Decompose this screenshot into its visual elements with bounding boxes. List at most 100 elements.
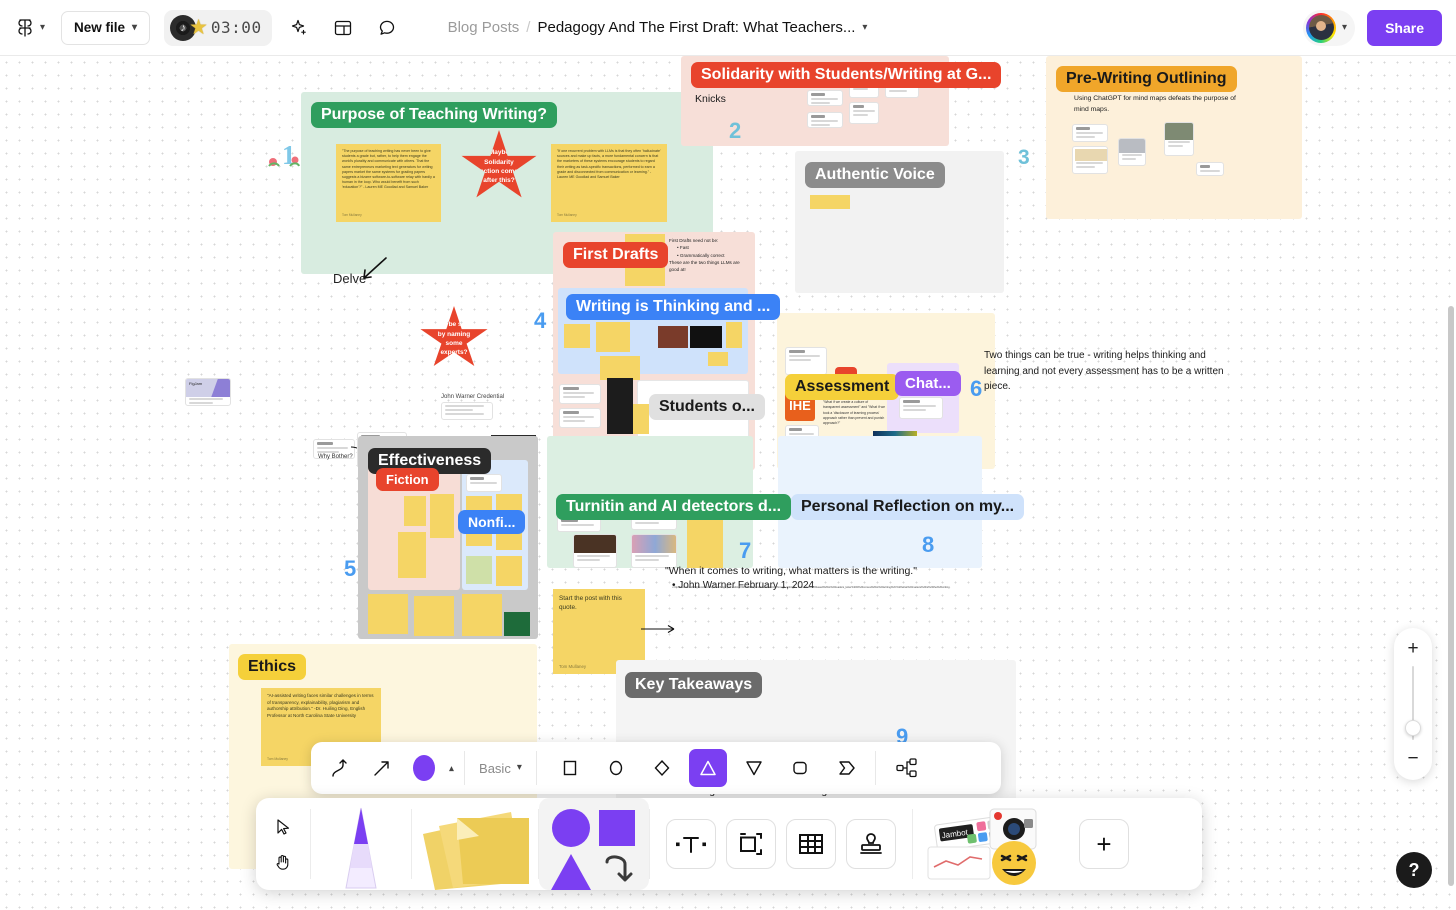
section-title-personal-reflection[interactable]: Personal Reflection on my... <box>791 494 1025 520</box>
hand-tool[interactable] <box>267 848 299 876</box>
section-title-ethics[interactable]: Ethics <box>238 654 307 680</box>
chevron-down-icon[interactable]: ▾ <box>862 22 867 33</box>
zoom-out-button[interactable]: − <box>1400 746 1426 772</box>
section-title-assessment[interactable]: Assessment <box>785 374 900 400</box>
image-thumbnail[interactable] <box>504 612 530 636</box>
chevron-down-icon: ▾ <box>132 21 138 33</box>
section-writing-is-thinking[interactable]: Writing is Thinking and ... <box>558 288 781 380</box>
breadcrumb-current[interactable]: Pedagogy And The First Draft: What Teach… <box>537 19 855 36</box>
section-turnitin[interactable]: Turnitin and AI detectors d... <box>547 436 792 568</box>
section-tool[interactable] <box>726 819 776 869</box>
chevron-up-icon[interactable]: ▾ <box>449 763 454 774</box>
sparkle-icon[interactable] <box>282 11 316 45</box>
link-card[interactable]: FigJam <box>185 378 231 406</box>
square-shape-icon[interactable] <box>551 749 589 787</box>
section-title-prewriting[interactable]: Pre-Writing Outlining <box>1056 66 1237 92</box>
cursor-tools-group <box>256 813 310 876</box>
chevron-shape-icon[interactable] <box>827 749 865 787</box>
section-first-drafts[interactable]: First Drafts First Drafts need not be: •… <box>553 232 781 470</box>
shape-toolbar: ▾ Basic ▾ <box>311 742 1001 794</box>
table-tool[interactable] <box>786 819 836 869</box>
zoom-slider-handle[interactable] <box>1405 720 1421 736</box>
section-title-writing-is-thinking[interactable]: Writing is Thinking and ... <box>566 294 781 320</box>
quote-link[interactable]: • https://www.insidehighered.com/opinion… <box>672 586 1142 589</box>
zoom-controls: + − <box>1394 628 1432 780</box>
section-title-key-takeaways[interactable]: Key Takeaways <box>625 672 763 698</box>
hand-arrow-icon <box>363 257 387 279</box>
svg-text:1: 1 <box>282 140 296 170</box>
diamond-shape-icon[interactable] <box>643 749 681 787</box>
comment-bubble-icon[interactable] <box>370 11 404 45</box>
inverted-triangle-shape-icon[interactable] <box>735 749 773 787</box>
color-swatch-button[interactable] <box>405 749 443 787</box>
avatar-menu[interactable]: ▾ <box>1303 9 1356 46</box>
flowchart-shape-icon[interactable] <box>888 749 926 787</box>
section-number-5: 5 <box>344 556 357 581</box>
section-title-first-drafts[interactable]: First Drafts <box>563 242 669 268</box>
text-tool[interactable] <box>666 819 716 869</box>
triangle-shape-icon[interactable] <box>688 749 727 787</box>
quote-text: "When it comes to writing, what matters … <box>665 565 917 577</box>
shapes-tool[interactable] <box>539 798 649 890</box>
zoom-in-button[interactable]: + <box>1400 636 1426 662</box>
sticky-note[interactable]: "The purpose of teaching writing has nev… <box>336 144 441 222</box>
section-students[interactable]: Students o... <box>609 380 765 440</box>
shape-style-dropdown[interactable]: Basic ▾ <box>465 761 536 776</box>
sticky-note[interactable] <box>810 195 850 209</box>
cursor-tool[interactable] <box>267 813 299 841</box>
sticky-note-tool[interactable] <box>412 798 538 890</box>
section-fiction[interactable]: Fiction <box>368 460 460 590</box>
sticky-note[interactable]: "If one recurrent problem with LLMs is t… <box>551 144 667 222</box>
section-title-fiction[interactable]: Fiction <box>376 468 439 491</box>
figjam-logo-button[interactable]: ▾ <box>16 18 45 38</box>
section-number-6: 6 <box>970 376 983 401</box>
star-sticker-note[interactable]: Maybe start by naming some experts? <box>420 306 488 367</box>
figjam-logo-icon <box>18 18 32 37</box>
section-chat[interactable]: Chat... <box>887 363 961 433</box>
flowchart-group <box>876 742 936 794</box>
more-tool[interactable]: + <box>1079 819 1129 869</box>
elbow-connector-icon[interactable] <box>321 749 359 787</box>
chevron-down-icon: ▾ <box>1342 21 1348 33</box>
section-title-solidarity[interactable]: Solidarity with Students/Writing at G... <box>691 62 1002 88</box>
section-number-7: 7 <box>739 538 752 563</box>
section-effectiveness[interactable]: Effectiveness Fiction Nonfi... <box>358 436 538 639</box>
connector-arrow-icon <box>641 625 675 633</box>
share-button[interactable]: Share <box>1367 9 1442 46</box>
section-title-turnitin[interactable]: Turnitin and AI detectors d... <box>556 494 792 520</box>
section-nonfiction[interactable]: Nonfi... <box>458 460 528 590</box>
vertical-scrollbar[interactable] <box>1448 306 1454 886</box>
more-group: + <box>1063 819 1147 869</box>
section-prewriting[interactable]: Pre-Writing Outlining Using ChatGPT for … <box>1046 56 1302 219</box>
straight-arrow-icon[interactable] <box>363 749 401 787</box>
timer-widget[interactable]: ♪ ★ 03:00 <box>164 9 272 46</box>
section-personal-reflection[interactable]: Personal Reflection on my... 8 <box>778 436 1025 568</box>
help-button[interactable]: ? <box>1396 852 1432 888</box>
marker-tool[interactable] <box>311 798 411 890</box>
ellipse-shape-icon[interactable] <box>597 749 635 787</box>
top-bar: ▾ New file ▾ ♪ ★ 03:00 Blog Posts / Peda… <box>0 0 1456 56</box>
loose-text-why-bother[interactable]: Why Bother? <box>318 454 353 460</box>
breadcrumb-separator: / <box>526 19 531 36</box>
decorative-number-2-sticker[interactable]: 2 <box>729 118 741 144</box>
section-title-purpose[interactable]: Purpose of Teaching Writing? <box>311 102 558 128</box>
new-file-button[interactable]: New file ▾ <box>61 10 151 45</box>
widgets-tool[interactable]: Jambot <box>913 798 1063 890</box>
john-warner-credential-label: John Warner Credential <box>441 394 505 400</box>
section-title-nonfiction[interactable]: Nonfi... <box>458 510 526 534</box>
stamp-tool[interactable] <box>846 819 896 869</box>
template-icon[interactable] <box>326 11 360 45</box>
section-title-students[interactable]: Students o... <box>649 394 765 420</box>
decorative-number-3-sticker[interactable]: 3 <box>1018 146 1030 170</box>
breadcrumb: Blog Posts / Pedagogy And The First Draf… <box>448 19 868 36</box>
rounded-rectangle-shape-icon[interactable] <box>781 749 819 787</box>
link-card[interactable] <box>441 402 493 420</box>
breadcrumb-parent[interactable]: Blog Posts <box>448 19 520 36</box>
section-solidarity[interactable]: Solidarity with Students/Writing at G...… <box>681 56 1002 146</box>
section-title-authentic-voice[interactable]: Authentic Voice <box>805 162 945 188</box>
main-toolbar: Jambot + <box>256 798 1202 890</box>
top-bar-right: ▾ Share <box>1303 9 1442 46</box>
section-authentic-voice[interactable]: Authentic Voice <box>795 151 1004 293</box>
section-title-chat[interactable]: Chat... <box>895 371 961 396</box>
decorative-number-1-sticker[interactable]: 1 <box>266 138 302 170</box>
